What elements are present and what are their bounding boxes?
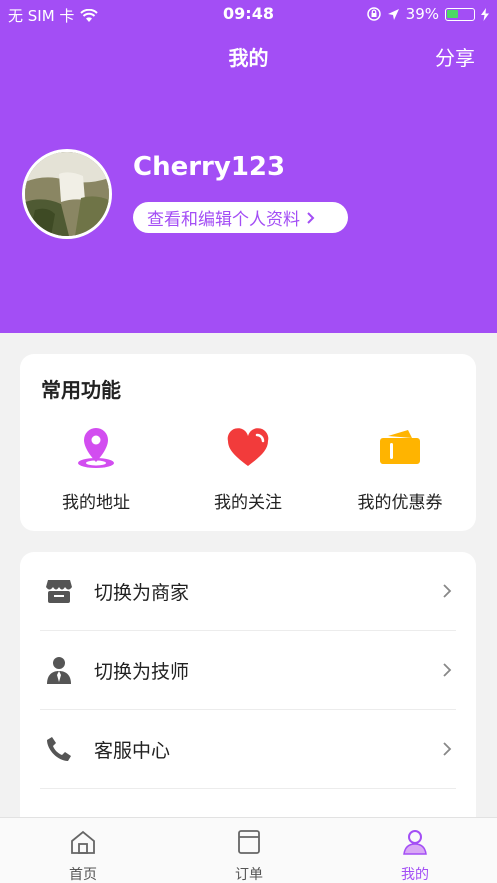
switch-to-merchant-label: 切换为商家	[94, 581, 190, 604]
rotation-lock-icon	[366, 7, 381, 21]
chevron-right-icon	[443, 584, 452, 598]
nav-bar: 我的 分享	[0, 40, 497, 72]
tab-orders-label: 订单	[235, 867, 263, 883]
switch-to-technician-label: 切换为技师	[94, 660, 190, 683]
order-icon	[238, 830, 260, 854]
switch-to-merchant-row[interactable]: 切换为商家	[40, 552, 456, 631]
menu-card: 切换为商家 切换为技师 客服中心	[20, 552, 476, 852]
heart-icon	[227, 428, 269, 466]
switch-to-technician-row[interactable]: 切换为技师	[40, 631, 456, 710]
location-pin-icon	[78, 428, 114, 468]
avatar-image	[25, 152, 109, 236]
battery-percent: 39%	[405, 5, 439, 23]
my-follows-button[interactable]: 我的关注	[172, 426, 324, 513]
my-coupons-label: 我的优惠券	[357, 493, 443, 513]
profile-header: 无 SIM 卡 09:48 39% 我的 分享 Cherry123 查看和编辑个…	[0, 0, 497, 333]
my-address-label: 我的地址	[62, 493, 130, 513]
status-bar: 无 SIM 卡 09:48 39%	[0, 0, 497, 28]
tab-home-label: 首页	[69, 867, 97, 883]
status-right: 39%	[366, 5, 489, 23]
my-coupons-button[interactable]: 我的优惠券	[324, 426, 476, 513]
person-icon	[47, 657, 71, 684]
avatar[interactable]	[22, 149, 112, 239]
edit-profile-button[interactable]: 查看和编辑个人资料	[133, 202, 348, 233]
share-button[interactable]: 分享	[435, 42, 475, 71]
chevron-right-icon	[443, 742, 452, 756]
home-icon	[71, 830, 95, 854]
store-icon	[46, 580, 72, 603]
functions-title: 常用功能	[41, 378, 121, 402]
chevron-right-icon	[307, 211, 315, 224]
common-functions-card: 常用功能 我的地址 我的关注 我的优惠券	[20, 354, 476, 531]
battery-icon	[445, 7, 475, 21]
location-arrow-icon	[387, 8, 399, 20]
my-address-button[interactable]: 我的地址	[20, 426, 172, 513]
tab-profile[interactable]: 我的	[332, 828, 497, 883]
username: Cherry123	[133, 152, 286, 182]
edit-profile-label: 查看和编辑个人资料	[147, 210, 300, 230]
tab-profile-label: 我的	[401, 867, 429, 883]
charging-icon	[481, 7, 489, 21]
page-title: 我的	[228, 46, 269, 70]
tab-bar: 首页 订单 我的	[0, 817, 497, 883]
customer-service-label: 客服中心	[94, 739, 171, 762]
customer-service-row[interactable]: 客服中心	[40, 710, 456, 789]
profile-icon	[403, 830, 427, 855]
tab-orders[interactable]: 订单	[166, 828, 332, 883]
tab-home[interactable]: 首页	[0, 828, 166, 883]
my-follows-label: 我的关注	[214, 493, 282, 513]
chevron-right-icon	[443, 663, 452, 677]
phone-icon	[47, 737, 71, 761]
coupon-icon	[380, 430, 420, 464]
